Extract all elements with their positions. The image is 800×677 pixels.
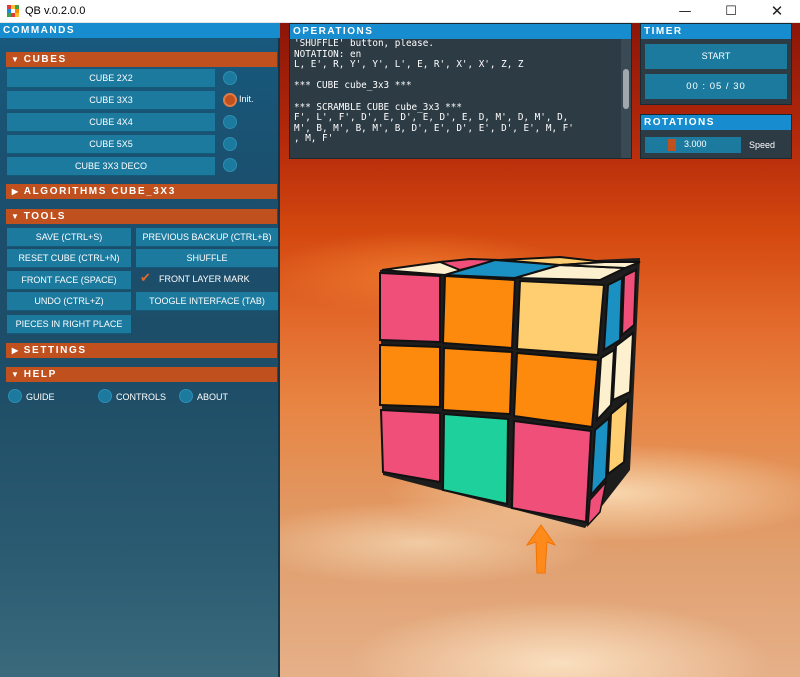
collapse-arrow-icon: ▼ (11, 370, 19, 379)
timer-header: TIMER (641, 24, 791, 39)
window-title: QB v.0.2.0.0 (25, 5, 86, 17)
section-help-label: HELP (23, 369, 57, 380)
collapse-arrow-icon: ▼ (11, 212, 19, 221)
shuffle-button[interactable]: SHUFFLE (136, 249, 278, 268)
rotations-panel: ROTATIONS 3.000 Speed (640, 114, 792, 159)
section-tools-label: TOOLS (23, 211, 67, 222)
cube-5x5-radio[interactable] (223, 137, 237, 151)
init-badge: Init. (239, 94, 254, 104)
front-layer-mark-checkbox[interactable]: ✔ (140, 272, 154, 286)
section-settings-label: SETTINGS (23, 345, 87, 356)
controls-radio[interactable] (98, 389, 112, 403)
front-face-sticker (441, 412, 510, 506)
cube-3x3-deco-radio[interactable] (223, 158, 237, 172)
operations-scrollbar[interactable] (621, 39, 631, 158)
operations-panel: OPERATIONS 'SHUFFLE' button, please. NOT… (289, 23, 632, 159)
collapse-arrow-icon: ▼ (11, 55, 19, 64)
section-algorithms[interactable]: ▶ ALGORITHMS CUBE_3X3 (6, 184, 277, 199)
front-face-sticker (379, 271, 441, 344)
start-timer-button[interactable]: START (645, 44, 787, 69)
app-logo-icon (7, 5, 19, 17)
speed-value: 3.000 (684, 139, 707, 149)
rubiks-cube-3x3[interactable] (370, 255, 670, 535)
expand-arrow-icon: ▶ (11, 187, 19, 196)
controls-label[interactable]: CONTROLS (116, 392, 166, 402)
window-title-bar: QB v.0.2.0.0 — ☐ ✕ (0, 0, 800, 23)
section-algorithms-label: ALGORITHMS CUBE_3X3 (23, 186, 176, 197)
front-face-button[interactable]: FRONT FACE (SPACE) (7, 271, 131, 290)
front-face-arrow-icon (525, 524, 557, 574)
section-tools[interactable]: ▼ TOOLS (6, 209, 277, 224)
timer-panel: TIMER START 00 : 05 / 30 (640, 23, 792, 105)
front-face-sticker (510, 419, 593, 524)
speed-slider-handle[interactable] (668, 139, 676, 151)
logo-square (15, 13, 19, 17)
section-cubes-label: CUBES (23, 54, 67, 65)
cube-2x2-button[interactable]: CUBE 2X2 (7, 69, 215, 88)
close-button[interactable]: ✕ (754, 0, 800, 23)
cube-5x5-button[interactable]: CUBE 5X5 (7, 135, 215, 154)
cube-4x4-radio[interactable] (223, 115, 237, 129)
front-face-sticker (515, 279, 606, 357)
front-face-sticker (379, 408, 441, 484)
save-button[interactable]: SAVE (CTRL+S) (7, 228, 131, 247)
about-label[interactable]: ABOUT (197, 392, 228, 402)
scrollbar-thumb[interactable] (623, 69, 629, 109)
front-face-sticker (512, 351, 600, 429)
rotations-header: ROTATIONS (641, 115, 791, 130)
about-radio[interactable] (179, 389, 193, 403)
guide-radio[interactable] (8, 389, 22, 403)
right-face-sticker (620, 268, 638, 338)
front-face-sticker (379, 343, 441, 409)
commands-panel: COMMANDS ▼ CUBES CUBE 2X2 CUBE 3X3 Init.… (0, 23, 280, 677)
operations-log[interactable]: 'SHUFFLE' button, please. NOTATION: en L… (294, 39, 620, 157)
expand-arrow-icon: ▶ (11, 346, 19, 355)
operations-header: OPERATIONS (290, 24, 631, 39)
cube-4x4-button[interactable]: CUBE 4X4 (7, 113, 215, 132)
toggle-interface-button[interactable]: TOOGLE INTERFACE (TAB) (136, 292, 278, 311)
reset-cube-button[interactable]: RESET CUBE (CTRL+N) (7, 249, 131, 268)
cube-3x3-deco-button[interactable]: CUBE 3X3 DECO (7, 157, 215, 176)
cube-2x2-radio[interactable] (223, 71, 237, 85)
front-layer-mark-label: FRONT LAYER MARK (159, 274, 250, 284)
cube-3x3-radio[interactable] (223, 93, 237, 107)
guide-label[interactable]: GUIDE (26, 392, 55, 402)
section-cubes[interactable]: ▼ CUBES (6, 52, 277, 67)
cube-3x3-button[interactable]: CUBE 3X3 (7, 91, 215, 110)
previous-backup-button[interactable]: PREVIOUS BACKUP (CTRL+B) (136, 228, 278, 247)
section-help[interactable]: ▼ HELP (6, 367, 277, 382)
front-face-sticker (441, 274, 517, 350)
undo-button[interactable]: UNDO (CTRL+Z) (7, 292, 131, 311)
speed-label: Speed (749, 140, 776, 150)
pieces-in-right-place-button[interactable]: PIECES IN RIGHT PLACE (7, 315, 131, 334)
front-face-sticker (441, 346, 514, 416)
minimize-button[interactable]: — (662, 0, 708, 23)
commands-header: COMMANDS (0, 23, 280, 38)
section-settings[interactable]: ▶ SETTINGS (6, 343, 277, 358)
maximize-button[interactable]: ☐ (708, 0, 754, 23)
timer-display: 00 : 05 / 30 (645, 74, 787, 99)
